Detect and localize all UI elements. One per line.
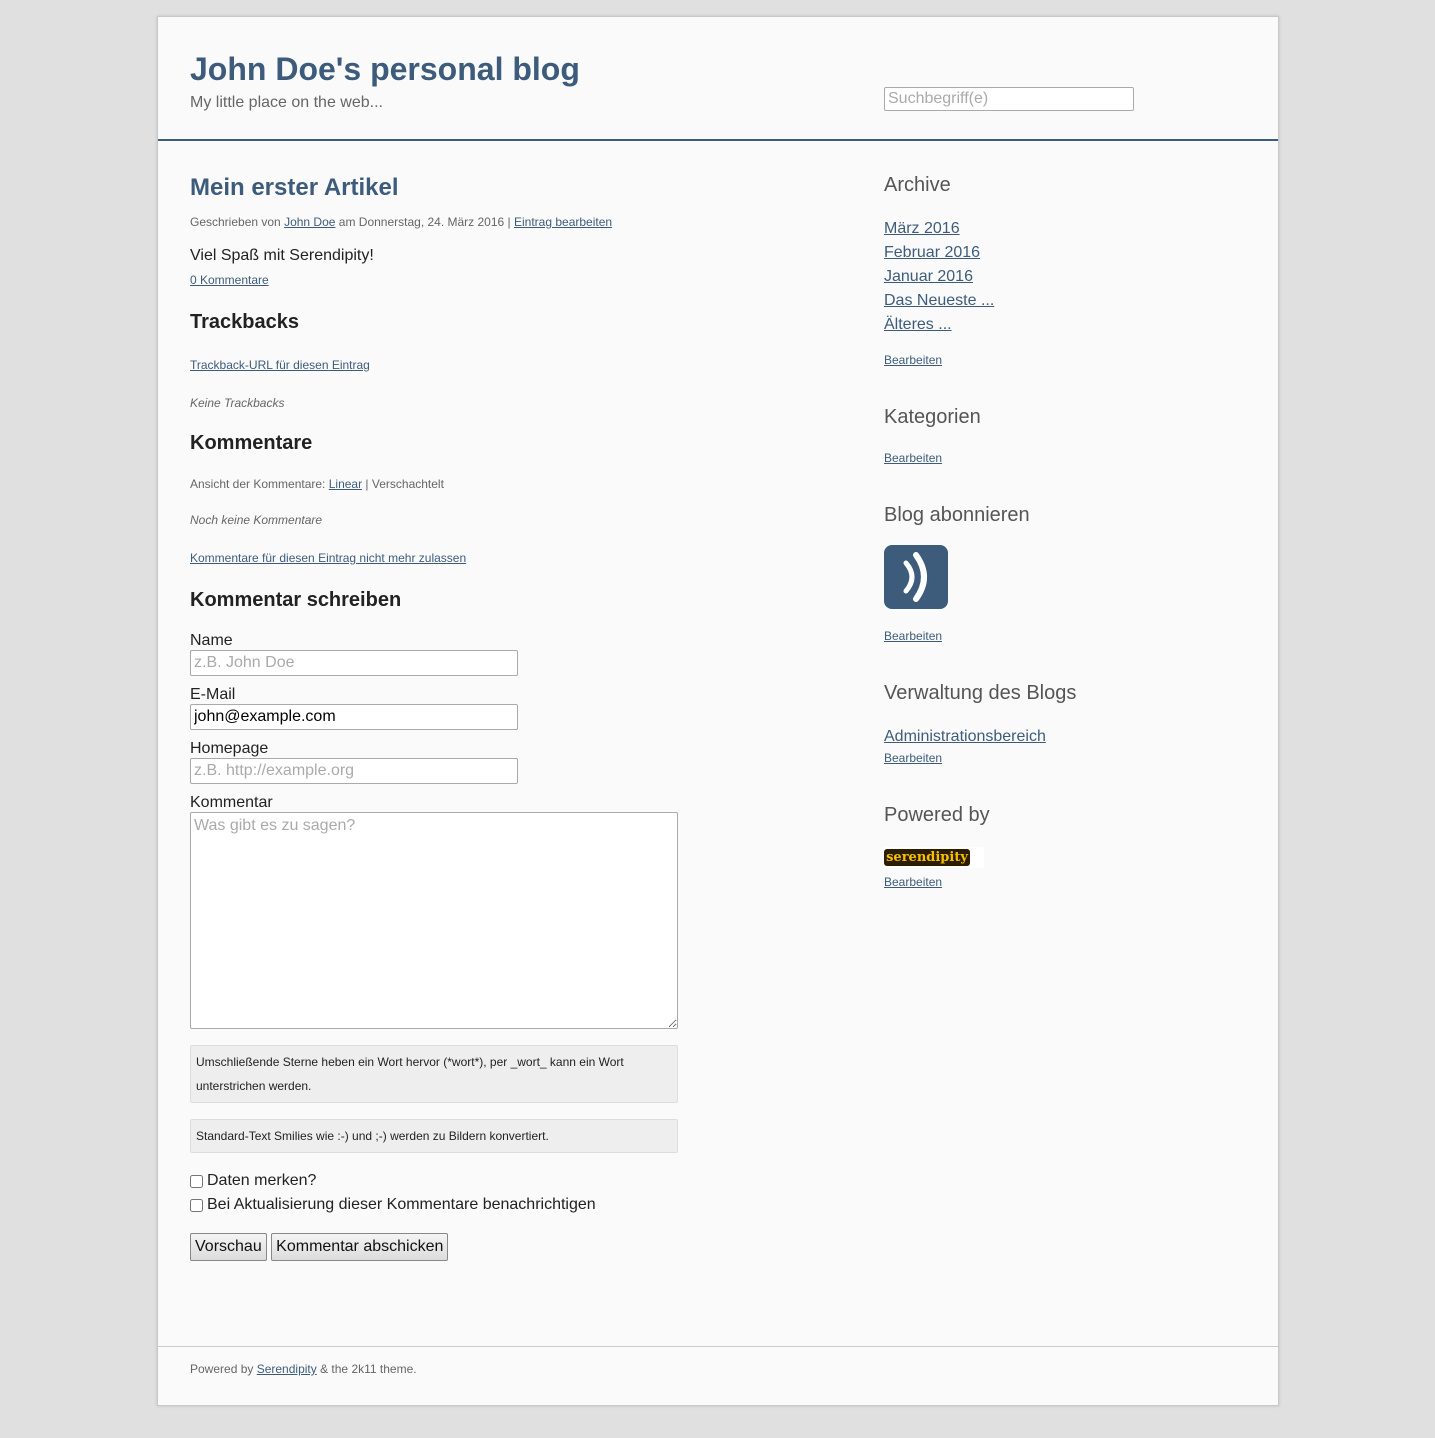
disallow-comments-link[interactable]: Kommentare für diesen Eintrag nicht mehr… bbox=[190, 551, 466, 565]
preview-button[interactable]: Vorschau bbox=[190, 1233, 267, 1261]
edit-entry-link[interactable]: Eintrag bearbeiten bbox=[514, 215, 612, 229]
powered-widget: Powered by serendipity Bearbeiten bbox=[884, 801, 1244, 891]
email-field[interactable] bbox=[190, 704, 518, 730]
no-trackbacks-note: Keine Trackbacks bbox=[190, 396, 285, 410]
categories-widget: Kategorien Bearbeiten bbox=[884, 403, 1244, 467]
archive-heading: Archive bbox=[884, 174, 951, 196]
subscribe-widget: Blog abonnieren Bearbeiten bbox=[884, 501, 1244, 645]
entry-meta: Geschrieben von John Doe am Donnerstag, … bbox=[190, 215, 690, 229]
view-separator: | bbox=[362, 477, 372, 491]
archive-edit-link[interactable]: Bearbeiten bbox=[884, 353, 942, 367]
write-comment-heading: Kommentar schreiben bbox=[190, 589, 402, 611]
blog-tagline: My little place on the web... bbox=[190, 94, 383, 111]
comments-count-link[interactable]: 0 Kommentare bbox=[190, 273, 269, 287]
entry-title[interactable]: Mein erster Artikel bbox=[190, 171, 690, 205]
email-label: E-Mail bbox=[190, 686, 236, 703]
comment-view-toggle: Ansicht der Kommentare: Linear | Verscha… bbox=[190, 477, 690, 491]
remember-label: Daten merken? bbox=[207, 1172, 317, 1189]
powered-heading: Powered by bbox=[884, 804, 990, 826]
archive-list: März 2016 Februar 2016 Januar 2016 Das N… bbox=[884, 217, 1244, 337]
no-comments-note: Noch keine Kommentare bbox=[190, 513, 323, 527]
view-nested-label: Verschachtelt bbox=[371, 477, 444, 491]
site-footer: Powered by Serendipity & the 2k11 theme. bbox=[158, 1346, 1278, 1406]
smilies-hint: Standard-Text Smilies wie :-) und ;-) we… bbox=[190, 1119, 678, 1153]
archive-item-februar-2016[interactable]: Februar 2016 bbox=[884, 244, 980, 261]
comments-heading: Kommentare bbox=[190, 432, 313, 454]
admin-widget: Verwaltung des Blogs Administrationsbere… bbox=[884, 679, 1244, 767]
notify-label: Bei Aktualisierung dieser Kommentare ben… bbox=[207, 1196, 596, 1213]
comment-textarea[interactable] bbox=[190, 812, 678, 1029]
archive-item-maerz-2016[interactable]: März 2016 bbox=[884, 220, 960, 237]
remember-checkbox[interactable] bbox=[190, 1174, 203, 1188]
footer-prefix: Powered by bbox=[190, 1362, 257, 1376]
archive-item-older[interactable]: Älteres ... bbox=[884, 316, 952, 333]
remember-row: Daten merken? bbox=[190, 1169, 690, 1193]
trackback-url-link[interactable]: Trackback-URL für diesen Eintrag bbox=[190, 358, 370, 372]
page-container: John Doe's personal blog My little place… bbox=[157, 16, 1279, 1406]
powered-edit-link[interactable]: Bearbeiten bbox=[884, 875, 942, 889]
categories-heading: Kategorien bbox=[884, 406, 981, 428]
sidebar: Archive März 2016 Februar 2016 Januar 20… bbox=[884, 171, 1244, 891]
archive-widget: Archive März 2016 Februar 2016 Januar 20… bbox=[884, 171, 1244, 369]
homepage-field[interactable] bbox=[190, 758, 518, 784]
admin-link[interactable]: Administrationsbereich bbox=[884, 728, 1046, 745]
entry-body: Viel Spaß mit Serendipity! bbox=[190, 247, 374, 264]
homepage-label: Homepage bbox=[190, 740, 269, 757]
serendipity-logo-text: serendipity bbox=[884, 849, 970, 866]
feed-icon[interactable] bbox=[884, 545, 948, 609]
trackbacks-heading: Trackbacks bbox=[190, 311, 299, 333]
comment-label: Kommentar bbox=[190, 794, 273, 811]
submit-comment-button[interactable]: Kommentar abschicken bbox=[271, 1233, 449, 1261]
markup-hint: Umschließende Sterne heben ein Wort herv… bbox=[190, 1045, 678, 1103]
view-prefix: Ansicht der Kommentare: bbox=[190, 477, 329, 491]
meta-date: am Donnerstag, 24. März 2016 | bbox=[335, 215, 514, 229]
archive-item-januar-2016[interactable]: Januar 2016 bbox=[884, 268, 973, 285]
archive-item-newest[interactable]: Das Neueste ... bbox=[884, 292, 994, 309]
admin-heading: Verwaltung des Blogs bbox=[884, 682, 1077, 704]
serendipity-logo[interactable]: serendipity bbox=[884, 847, 984, 868]
notify-checkbox[interactable] bbox=[190, 1198, 203, 1212]
blog-title[interactable]: John Doe's personal blog bbox=[190, 51, 580, 88]
subscribe-edit-link[interactable]: Bearbeiten bbox=[884, 629, 942, 643]
view-linear-link[interactable]: Linear bbox=[329, 477, 362, 491]
comment-form: Name E-Mail Homepage Kommentar Umschließ… bbox=[190, 632, 690, 1261]
footer-suffix: & the 2k11 theme. bbox=[316, 1362, 417, 1376]
name-field[interactable] bbox=[190, 650, 518, 676]
admin-edit-link[interactable]: Bearbeiten bbox=[884, 751, 942, 765]
author-link[interactable]: John Doe bbox=[284, 215, 335, 229]
form-buttons: Vorschau Kommentar abschicken bbox=[190, 1233, 690, 1261]
categories-edit-link[interactable]: Bearbeiten bbox=[884, 451, 942, 465]
main-content: Mein erster Artikel Geschrieben von John… bbox=[190, 171, 690, 1261]
name-label: Name bbox=[190, 632, 233, 649]
footer-serendipity-link[interactable]: Serendipity bbox=[257, 1362, 317, 1376]
footer-text: Powered by Serendipity & the 2k11 theme. bbox=[190, 1362, 417, 1376]
subscribe-heading: Blog abonnieren bbox=[884, 504, 1030, 526]
meta-prefix: Geschrieben von bbox=[190, 215, 285, 229]
notify-row: Bei Aktualisierung dieser Kommentare ben… bbox=[190, 1193, 690, 1217]
site-header: John Doe's personal blog My little place… bbox=[158, 17, 1278, 141]
search-input[interactable] bbox=[884, 87, 1134, 111]
